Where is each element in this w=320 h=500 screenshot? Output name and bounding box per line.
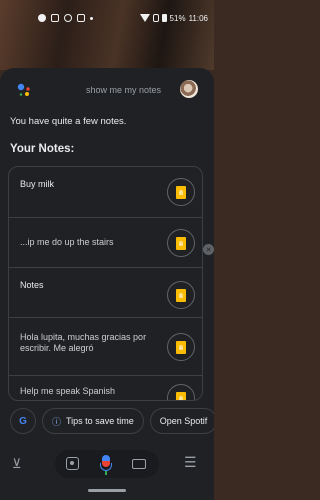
lens-icon[interactable]: [66, 457, 79, 470]
suggestion-chips: G ⓘ Tips to save time Open Spotif: [0, 408, 214, 436]
note-item[interactable]: Buy milk: [9, 167, 202, 217]
status-bar: 51% 11:06: [0, 0, 214, 36]
note-text: Buy milk: [20, 179, 55, 189]
note-item[interactable]: ...ip me do up the stairs: [9, 217, 202, 267]
google-search-chip[interactable]: G: [10, 408, 36, 434]
tips-chip[interactable]: ⓘ Tips to save time: [42, 408, 144, 434]
keep-icon: [176, 288, 186, 302]
moon-icon: [64, 14, 72, 22]
wifi-icon: [139, 14, 150, 22]
menu-icon[interactable]: ☰: [184, 454, 197, 471]
app-icon: [77, 14, 85, 22]
open-chip-label: Open Spotif: [159, 416, 208, 426]
open-in-keep-button[interactable]: [167, 281, 195, 309]
mic-foot: [105, 471, 107, 475]
keep-icon: [176, 340, 186, 354]
overlay-handle-icon[interactable]: ✕: [203, 244, 214, 255]
keyboard-icon[interactable]: [132, 459, 146, 469]
assistant-response: You have quite a few notes.: [10, 116, 127, 127]
note-text: Hola lupita, muchas gracias por escribir…: [20, 332, 147, 353]
keep-icon: [176, 185, 186, 199]
notification-icons: [38, 14, 93, 22]
assistant-header: show me my notes: [0, 78, 214, 102]
home-indicator[interactable]: [88, 489, 126, 492]
open-in-keep-button[interactable]: [167, 178, 195, 206]
notes-list: Buy milk ...ip me do up the stairs Notes…: [8, 166, 203, 401]
mic-stand: [100, 463, 112, 471]
info-icon: ⓘ: [52, 416, 62, 427]
note-item[interactable]: Help me speak Spanish: [9, 375, 202, 400]
keep-icon: [176, 391, 186, 400]
clock: 11:06: [188, 13, 208, 23]
snapshot-tray-icon[interactable]: ⊻: [12, 456, 22, 472]
dot-icon: [90, 16, 93, 20]
avatar[interactable]: [180, 80, 198, 98]
assistant-sheet: show me my notes You have quite a few no…: [0, 68, 214, 500]
assistant-logo-icon: [17, 83, 30, 96]
notes-heading: Your Notes:: [10, 143, 75, 155]
notification-icon: [51, 14, 59, 22]
note-text: Help me speak Spanish: [20, 386, 116, 396]
battery-icon: [161, 14, 167, 22]
open-in-keep-button[interactable]: [167, 229, 195, 257]
system-icons: 51% 11:06: [139, 13, 208, 23]
open-spotify-chip[interactable]: Open Spotif: [149, 408, 214, 434]
assistant-input-bar: ⊻ ☰: [0, 448, 214, 480]
user-query[interactable]: show me my notes: [86, 85, 161, 95]
open-in-keep-button[interactable]: [167, 333, 195, 361]
input-pill: [55, 450, 159, 478]
note-text: Notes: [20, 280, 44, 290]
note-item[interactable]: Notes: [9, 267, 202, 317]
note-text: ...ip me do up the stairs: [20, 237, 114, 247]
battery-percent: 51%: [169, 13, 186, 23]
keep-icon: [176, 236, 186, 250]
note-item[interactable]: Hola lupita, muchas gracias por escribir…: [9, 317, 202, 375]
notification-icon: [38, 14, 46, 22]
open-in-keep-button[interactable]: [167, 384, 195, 400]
tips-chip-label: Tips to save time: [66, 416, 134, 426]
vibrate-icon: [152, 14, 159, 22]
